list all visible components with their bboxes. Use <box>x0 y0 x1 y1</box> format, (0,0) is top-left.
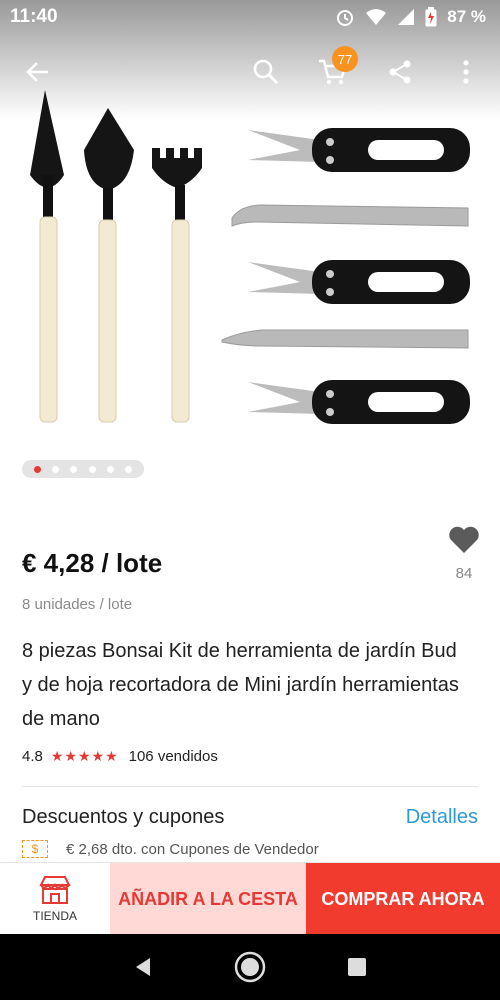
sold-count: 106 vendidos <box>128 748 218 765</box>
tweezers-tool <box>221 329 469 349</box>
share-icon <box>389 60 411 84</box>
cart-button[interactable]: 77 <box>310 46 358 94</box>
units-per-lot: 8 unidades / lote <box>22 596 133 613</box>
price-block: € 4,28 / lote <box>22 548 162 579</box>
gallery-pager[interactable] <box>22 460 144 478</box>
wishlist-count: 84 <box>455 565 473 582</box>
pager-dot[interactable] <box>88 465 96 473</box>
status-time: 11:40 <box>10 6 58 27</box>
pager-dot[interactable] <box>51 465 59 473</box>
add-to-cart-button[interactable]: AÑADIR A LA CESTA <box>110 863 306 935</box>
shovel-tool <box>84 108 134 423</box>
signal-icon <box>398 9 415 25</box>
coupons-details-link[interactable]: Detalles <box>406 806 478 829</box>
purchase-action-bar: TIENDA AÑADIR A LA CESTA COMPRAR AHORA <box>0 862 500 935</box>
nav-back-button[interactable] <box>123 947 163 987</box>
scissors-tool <box>248 380 470 424</box>
rating-stars: ★★★★★ <box>50 748 119 764</box>
status-bar: 11:40 87 % <box>0 0 500 34</box>
more-options-button[interactable] <box>444 50 488 94</box>
store-button[interactable]: TIENDA <box>0 863 110 935</box>
store-label: TIENDA <box>32 909 77 923</box>
battery-percent: 87 % <box>447 7 486 26</box>
nav-home-icon <box>234 951 266 983</box>
scissors-tool <box>248 260 470 304</box>
alarm-icon <box>337 10 354 26</box>
trowel-tool <box>30 90 64 423</box>
more-vertical-icon <box>463 60 469 84</box>
back-button[interactable] <box>16 50 60 94</box>
pager-dot[interactable] <box>70 465 78 473</box>
rating-row[interactable]: 4.8 ★★★★★ 106 vendidos <box>22 748 218 765</box>
scissors-tool <box>248 128 470 172</box>
section-divider <box>22 786 478 787</box>
battery-icon <box>425 7 437 27</box>
rating-value: 4.8 <box>22 748 43 765</box>
heart-icon <box>449 526 479 553</box>
wifi-icon <box>366 9 387 25</box>
system-navigation-bar <box>0 934 500 1000</box>
rake-tool <box>152 148 202 423</box>
nav-back-icon <box>136 958 151 976</box>
buy-now-button[interactable]: COMPRAR AHORA <box>306 863 500 935</box>
product-price: € 4,28 / lote <box>22 548 163 578</box>
back-arrow-icon <box>26 62 48 82</box>
nav-home-button[interactable] <box>230 947 270 987</box>
search-icon <box>253 59 278 84</box>
coupon-icon: $ <box>22 840 48 858</box>
product-title: 8 piezas Bonsai Kit de herramienta de ja… <box>22 640 459 730</box>
status-icons: 87 % <box>335 7 486 27</box>
share-button[interactable] <box>378 50 422 94</box>
tweezers-tool <box>231 204 469 227</box>
nav-recents-icon <box>347 958 366 976</box>
coupons-header: Descuentos y cupones Detalles <box>22 806 478 829</box>
nav-recents-button[interactable] <box>337 947 377 987</box>
cart-count-badge: 77 <box>332 46 358 72</box>
pager-dot[interactable] <box>106 465 114 473</box>
coupons-title: Descuentos y cupones <box>22 806 225 828</box>
store-icon <box>39 876 71 904</box>
search-button[interactable] <box>244 50 288 94</box>
wishlist-button[interactable]: 84 <box>440 526 488 582</box>
pager-dot[interactable] <box>33 465 41 473</box>
coupon-item[interactable]: $ € 2,68 dto. con Cupones de Vendedor <box>22 840 319 858</box>
coupon-text: € 2,68 dto. con Cupones de Vendedor <box>66 840 319 858</box>
top-toolbar: 77 <box>0 46 500 94</box>
pager-dot[interactable] <box>125 465 133 473</box>
